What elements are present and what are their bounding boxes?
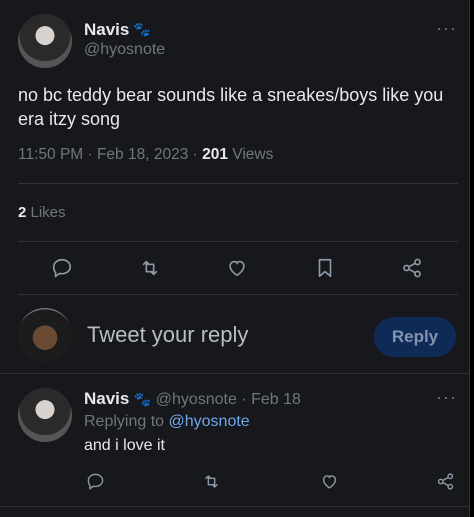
divider xyxy=(18,183,458,184)
reply-icon[interactable] xyxy=(82,468,108,494)
reply-input[interactable]: Tweet your reply xyxy=(87,322,248,348)
reply-icon[interactable] xyxy=(49,255,75,281)
share-icon[interactable] xyxy=(432,468,458,494)
more-options-icon[interactable]: ··· xyxy=(436,18,457,39)
divider xyxy=(0,506,470,507)
paw-emoji: 🐾 xyxy=(133,391,152,407)
tweet-meta: 11:50 PM · Feb 18, 2023 · 201 Views xyxy=(18,146,273,164)
reply-author-avatar[interactable] xyxy=(18,388,72,442)
views-label: Views xyxy=(227,146,274,163)
like-icon[interactable] xyxy=(316,468,342,494)
likes-label: Likes xyxy=(26,204,66,221)
bookmark-icon[interactable] xyxy=(312,255,338,281)
replying-to: Replying to @hyosnote xyxy=(84,413,250,431)
reply-header: Navis 🐾 @hyosnote · Feb 18 xyxy=(84,389,301,409)
author-handle[interactable]: @hyosnote xyxy=(84,41,165,59)
retweet-icon[interactable] xyxy=(198,468,224,494)
views-count: 201 xyxy=(202,146,228,163)
window-edge xyxy=(470,0,474,517)
reply-date[interactable]: · Feb 18 xyxy=(237,391,301,408)
divider xyxy=(18,294,458,295)
replying-to-handle[interactable]: @hyosnote xyxy=(169,413,250,430)
reply-button[interactable]: Reply xyxy=(374,317,456,357)
user-avatar[interactable] xyxy=(18,308,72,362)
divider xyxy=(18,241,458,242)
replying-to-prefix: Replying to xyxy=(84,413,169,430)
reply-author-name[interactable]: Navis xyxy=(84,389,129,408)
tweet-timestamp[interactable]: 11:50 PM · Feb 18, 2023 · xyxy=(18,146,202,163)
paw-emoji: 🐾 xyxy=(133,21,151,37)
author-avatar[interactable] xyxy=(18,14,72,68)
reply-more-options-icon[interactable]: ··· xyxy=(436,387,457,408)
author-name[interactable]: Navis xyxy=(84,20,129,40)
share-icon[interactable] xyxy=(399,255,425,281)
reply-author-handle[interactable]: @hyosnote xyxy=(156,391,237,408)
tweet-text: no bc teddy bear sounds like a sneakes/b… xyxy=(18,85,444,129)
retweet-icon[interactable] xyxy=(137,255,163,281)
like-icon[interactable] xyxy=(224,255,250,281)
reply-text: and i love it xyxy=(84,437,165,454)
likes-summary[interactable]: 2 Likes xyxy=(18,204,66,221)
divider xyxy=(0,373,470,374)
